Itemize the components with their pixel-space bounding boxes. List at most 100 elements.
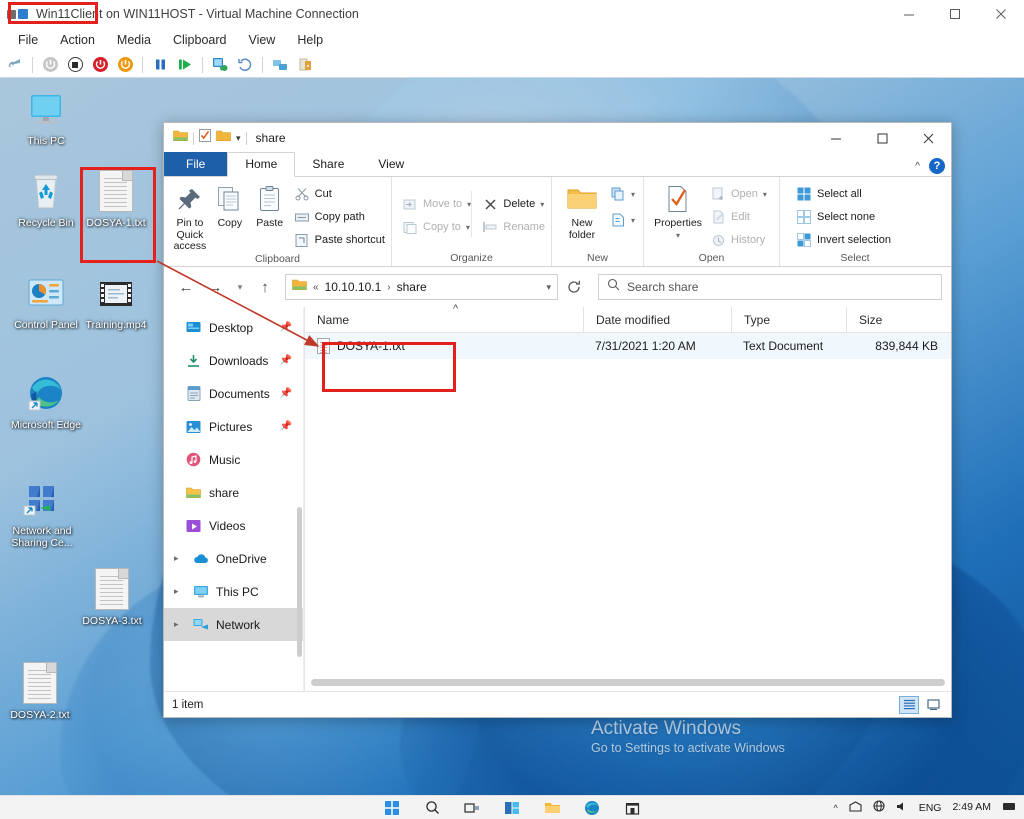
help-button[interactable]: ? — [929, 158, 945, 174]
desktop-icon-this-pc[interactable]: This PC — [4, 88, 88, 147]
nav-item-desktop[interactable]: Desktop 📌 — [164, 311, 303, 344]
back-button[interactable]: ← — [173, 274, 199, 300]
refresh-button[interactable] — [561, 274, 587, 300]
notification-icon[interactable] — [1002, 799, 1016, 817]
collapse-ribbon-icon[interactable]: ^ — [915, 161, 920, 172]
menu-clipboard[interactable]: Clipboard — [163, 30, 237, 50]
forward-button[interactable]: → — [202, 274, 228, 300]
share-icon[interactable] — [294, 54, 316, 76]
breadcrumb-overflow[interactable]: « — [313, 282, 319, 293]
paste-shortcut-button[interactable]: Paste shortcut — [294, 230, 385, 250]
rename-button[interactable]: Rename — [482, 217, 545, 237]
search-box[interactable]: Search share — [598, 274, 942, 300]
chevron-down-icon[interactable]: ▾ — [540, 200, 544, 209]
nav-item-this-pc[interactable]: ▸ This PC — [164, 575, 303, 608]
language-indicator[interactable]: ENG — [919, 802, 942, 814]
copy-to-button[interactable]: Copy to ▾ — [402, 217, 471, 237]
horizontal-scrollbar[interactable] — [305, 673, 951, 691]
pin-to-quick-access-button[interactable]: Pin to Quick access — [170, 181, 210, 253]
search-input[interactable]: Search share — [627, 280, 698, 294]
shut-down-icon[interactable] — [89, 54, 111, 76]
new-item-button[interactable]: ▾ — [610, 184, 635, 204]
tab-home[interactable]: Home — [227, 152, 296, 177]
desktop-icon-dosya-1[interactable]: DOSYA-1.txt — [74, 170, 158, 229]
minimize-button[interactable] — [813, 123, 859, 153]
explorer-window-buttons[interactable] — [813, 123, 951, 153]
task-view-icon[interactable] — [463, 799, 481, 817]
chevron-down-icon[interactable]: ▾ — [763, 190, 767, 199]
delete-button[interactable]: Delete ▾ — [482, 194, 545, 214]
chevron-down-icon[interactable]: ▾ — [631, 190, 635, 199]
menu-view[interactable]: View — [238, 30, 285, 50]
nav-item-network[interactable]: ▸ Network — [164, 608, 303, 641]
nav-item-videos[interactable]: Videos — [164, 509, 303, 542]
nav-scrollbar[interactable] — [297, 507, 302, 657]
edit-button[interactable]: Edit — [710, 207, 767, 227]
pause-icon[interactable] — [149, 54, 171, 76]
breadcrumb-host[interactable]: 10.10.10.1 — [325, 280, 382, 294]
taskbar[interactable]: ^ ENG 2:49 AM — [0, 795, 1024, 819]
open-button[interactable]: Open ▾ — [710, 184, 767, 204]
menu-help[interactable]: Help — [287, 30, 333, 50]
new-folder-button[interactable]: New folder — [558, 181, 606, 241]
desktop-icon-microsoft-edge[interactable]: Microsoft Edge — [4, 372, 88, 431]
folder-icon[interactable] — [173, 129, 188, 147]
details-view-button[interactable] — [899, 695, 919, 714]
clock[interactable]: 2:49 AM — [952, 802, 991, 813]
properties-button[interactable]: Properties ▾ — [650, 181, 706, 241]
move-to-button[interactable]: Move to ▾ — [402, 194, 471, 214]
vmconnect-menu-bar[interactable]: File Action Media Clipboard View Help — [0, 28, 1024, 52]
desktop-icon-network-sharing[interactable]: Network and Sharing Ce... — [0, 478, 84, 549]
file-explorer-icon[interactable] — [543, 799, 561, 817]
nav-item-downloads[interactable]: Downloads 📌 — [164, 344, 303, 377]
vmconnect-window-buttons[interactable] — [886, 0, 1024, 28]
edge-icon[interactable] — [583, 799, 601, 817]
up-button[interactable]: ↑ — [252, 274, 278, 300]
ctrl-alt-del-icon[interactable] — [4, 54, 26, 76]
tab-file[interactable]: File — [164, 152, 228, 176]
enhanced-session-icon[interactable] — [269, 54, 291, 76]
customize-dropdown-icon[interactable]: ▾ — [236, 133, 241, 144]
column-header-type[interactable]: Type — [731, 306, 846, 333]
reset-icon[interactable] — [114, 54, 136, 76]
chevron-down-icon[interactable]: ▾ — [676, 230, 680, 242]
column-header-size[interactable]: Size — [846, 306, 946, 333]
close-button[interactable] — [905, 123, 951, 153]
chevron-up-icon[interactable]: ^ — [833, 803, 837, 813]
desktop-icon-dosya-3[interactable]: DOSYA-3.txt — [70, 568, 154, 627]
nav-item-onedrive[interactable]: ▸ OneDrive — [164, 542, 303, 575]
address-bar[interactable]: « 10.10.10.1 › share ▾ — [285, 274, 558, 300]
file-list-area[interactable]: Name Date modified Type Size ^ DOSYA-1.t… — [304, 303, 951, 691]
column-header-name[interactable]: Name — [305, 307, 583, 333]
nav-item-pictures[interactable]: Pictures 📌 — [164, 410, 303, 443]
large-icons-view-button[interactable] — [923, 696, 943, 714]
explorer-title-bar[interactable]: ▾ share — [164, 123, 951, 153]
column-header-date-modified[interactable]: Date modified — [583, 306, 731, 333]
desktop-icon-training-video[interactable]: Training.mp4 — [74, 272, 158, 331]
resume-icon[interactable] — [174, 54, 196, 76]
chevron-right-icon[interactable]: ▸ — [174, 586, 185, 597]
navigation-pane[interactable]: Desktop 📌 Downloads 📌 Documents 📌 Pictur… — [164, 307, 304, 691]
nav-item-share[interactable]: share — [164, 476, 303, 509]
maximize-button[interactable] — [859, 123, 905, 153]
store-icon[interactable] — [623, 799, 641, 817]
breadcrumb-share[interactable]: share — [397, 280, 427, 294]
new-folder-icon[interactable] — [216, 129, 231, 147]
copy-button[interactable]: Copy — [210, 181, 250, 230]
revert-icon[interactable] — [234, 54, 256, 76]
ribbon[interactable]: Pin to Quick access Copy Paste Cut Copy … — [164, 177, 951, 267]
vmconnect-toolbar[interactable] — [0, 52, 1024, 78]
tab-view[interactable]: View — [361, 153, 421, 176]
recent-locations-button[interactable]: ▾ — [231, 274, 249, 300]
address-dropdown-icon[interactable]: ▾ — [546, 282, 551, 293]
start-icon[interactable] — [39, 54, 61, 76]
widgets-icon[interactable] — [503, 799, 521, 817]
checkpoint-icon[interactable] — [209, 54, 231, 76]
minimize-button[interactable] — [886, 0, 932, 28]
nav-item-documents[interactable]: Documents 📌 — [164, 377, 303, 410]
chevron-down-icon[interactable]: ▾ — [466, 223, 470, 232]
ribbon-tabs[interactable]: File Home Share View ^ ? — [164, 152, 951, 177]
maximize-button[interactable] — [932, 0, 978, 28]
menu-media[interactable]: Media — [107, 30, 161, 50]
history-button[interactable]: History — [710, 230, 767, 250]
